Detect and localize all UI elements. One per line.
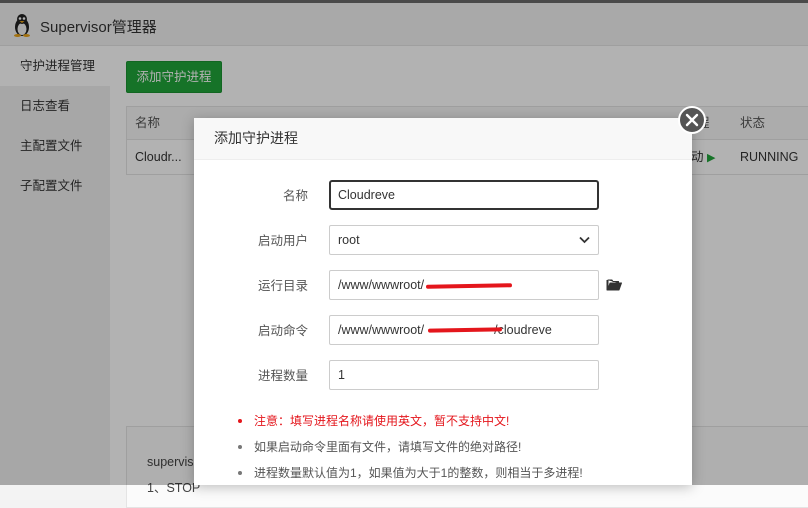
redaction-mark (425, 283, 513, 289)
command-value-prefix: /www/wwwroot/ (338, 323, 425, 337)
note-warning: 注意：填写进程名称请使用英文，暂不支持中文! (236, 408, 676, 434)
directory-value: /www/wwwroot/ (338, 278, 425, 292)
redaction-mark (427, 327, 503, 333)
form-row-count: 进程数量 (194, 360, 692, 392)
process-count-input[interactable] (329, 360, 599, 390)
notes-list: 注意：填写进程名称请使用英文，暂不支持中文! 如果启动命令里面有文件，请填写文件… (236, 408, 676, 486)
add-process-dialog: 添加守护进程 名称 启动用户 root 运行目录 /www/wwwroot/ 启… (194, 118, 692, 485)
dialog-title: 添加守护进程 (194, 118, 692, 160)
user-select-value: root (338, 233, 360, 247)
folder-open-icon[interactable] (606, 278, 622, 291)
close-button[interactable] (678, 106, 706, 134)
chevron-down-icon (579, 236, 590, 244)
command-label: 启动命令 (257, 324, 308, 338)
command-input[interactable]: /www/wwwroot/ /cloudreve (329, 315, 599, 345)
form-row-directory: 运行目录 /www/wwwroot/ (194, 270, 692, 302)
user-label: 启动用户 (257, 234, 308, 248)
note-item: 如果启动命令里面有文件，请填写文件的绝对路径! (236, 434, 676, 460)
directory-label: 运行目录 (257, 279, 308, 293)
name-input[interactable] (329, 180, 599, 210)
count-label: 进程数量 (257, 369, 308, 383)
note-item: 进程数量默认值为1，如果值为大于1的整数，则相当于多进程! (236, 460, 676, 486)
command-value-suffix: /cloudreve (494, 323, 552, 337)
form-row-name: 名称 (194, 180, 692, 212)
directory-input[interactable]: /www/wwwroot/ (329, 270, 599, 300)
name-label: 名称 (282, 189, 308, 203)
form-row-command: 启动命令 /www/wwwroot/ /cloudreve (194, 315, 692, 347)
form-row-user: 启动用户 root (194, 225, 692, 257)
user-select[interactable]: root (329, 225, 599, 255)
close-icon (685, 113, 699, 127)
